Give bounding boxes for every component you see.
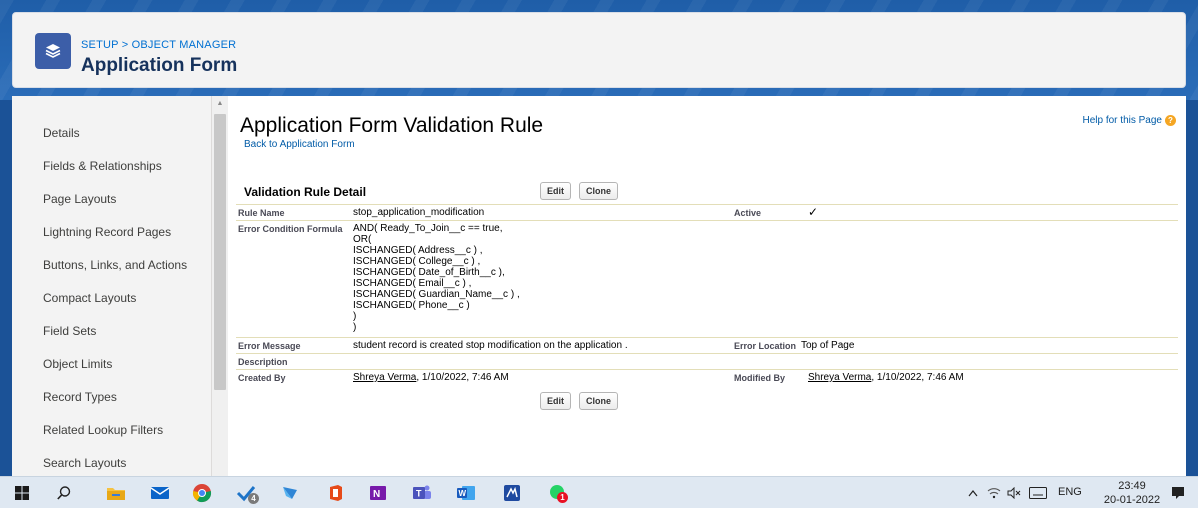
formula-line: ISCHANGED( College__c ) ,: [353, 256, 481, 267]
whatsapp-icon[interactable]: 1: [548, 483, 568, 503]
edit-button-bottom[interactable]: Edit: [540, 392, 571, 410]
clone-button-bottom[interactable]: Clone: [579, 392, 619, 410]
formula-line: ): [353, 322, 357, 333]
whatsapp-badge: 1: [557, 492, 568, 503]
active-label: Active: [734, 208, 762, 218]
sidebar-item-related-lookup-filters[interactable]: Related Lookup Filters: [43, 423, 163, 437]
created-by-value: Shreya Verma, 1/10/2022, 7:46 AM: [353, 372, 509, 383]
word-icon[interactable]: W: [456, 483, 476, 503]
error-message-value: student record is created stop modificat…: [353, 340, 628, 351]
created-by-date: , 1/10/2022, 7:46 AM: [416, 372, 509, 383]
svg-text:W: W: [459, 489, 467, 498]
modified-by-date: , 1/10/2022, 7:46 AM: [871, 372, 964, 383]
modified-by-value: Shreya Verma, 1/10/2022, 7:46 AM: [808, 372, 964, 383]
sidebar-item-object-limits[interactable]: Object Limits: [43, 357, 112, 371]
divider: [236, 337, 1178, 338]
search-icon[interactable]: [54, 483, 74, 503]
sidebar-item-record-types[interactable]: Record Types: [43, 390, 117, 404]
validation-rule-panel: Application Form Validation Rule Back to…: [228, 96, 1186, 476]
keyboard-icon[interactable]: [1028, 483, 1048, 503]
mail-icon[interactable]: [150, 483, 170, 503]
description-label: Description: [238, 357, 288, 367]
teams-icon[interactable]: T: [412, 483, 432, 503]
page-title: Application Form: [81, 55, 238, 76]
speaker-muted-icon[interactable]: [1006, 483, 1022, 503]
section-title: Validation Rule Detail: [244, 185, 367, 199]
scroll-up-arrow-icon[interactable]: ▲: [212, 96, 228, 110]
vscode-badge: 4: [248, 493, 259, 504]
help-link[interactable]: Help for this Page ?: [1083, 115, 1176, 126]
content-area: Details Fields & Relationships Page Layo…: [12, 96, 1186, 476]
file-explorer-icon[interactable]: [106, 483, 126, 503]
sidebar-item-details[interactable]: Details: [43, 126, 80, 140]
help-link-label[interactable]: Help for this Page: [1083, 115, 1163, 126]
vscode-icon[interactable]: 4: [236, 483, 259, 504]
notification-icon[interactable]: [1168, 483, 1188, 503]
sidebar-item-field-sets[interactable]: Field Sets: [43, 324, 96, 338]
svg-text:T: T: [416, 489, 422, 499]
modified-by-label: Modified By: [734, 373, 785, 383]
formula-line: ISCHANGED( Email__c ) ,: [353, 278, 472, 289]
error-location-label: Error Location: [734, 341, 797, 351]
active-checkmark-icon: ✓: [808, 205, 819, 219]
layers-icon: [35, 33, 71, 69]
formula-line: OR(: [353, 234, 372, 245]
rule-name-label: Rule Name: [238, 208, 285, 218]
sidebar-item-fields-relationships[interactable]: Fields & Relationships: [43, 159, 162, 173]
clock-date[interactable]: 20-01-2022: [1097, 494, 1167, 506]
formula-line: ISCHANGED( Guardian_Name__c ) ,: [353, 289, 520, 300]
app-icon[interactable]: [280, 483, 300, 503]
sidebar-item-lightning-record-pages[interactable]: Lightning Record Pages: [43, 225, 171, 239]
formula-line: ISCHANGED( Address__c ) ,: [353, 245, 483, 256]
divider: [236, 204, 1178, 205]
sidebar-item-buttons-links-actions[interactable]: Buttons, Links, and Actions: [43, 258, 187, 272]
formula-line: ISCHANGED( Date_of_Birth__c ),: [353, 267, 505, 278]
edit-button-top[interactable]: Edit: [540, 182, 571, 200]
divider: [236, 353, 1178, 354]
clock-time[interactable]: 23:49: [1104, 480, 1160, 492]
clone-button-top[interactable]: Clone: [579, 182, 619, 200]
onenote-icon[interactable]: N: [368, 483, 388, 503]
help-icon[interactable]: ?: [1165, 115, 1176, 126]
created-by-label: Created By: [238, 373, 286, 383]
error-message-label: Error Message: [238, 341, 301, 351]
sidebar-item-page-layouts[interactable]: Page Layouts: [43, 192, 116, 206]
back-link[interactable]: Back to Application Form: [244, 139, 355, 150]
chrome-icon[interactable]: [192, 483, 212, 503]
sidebar-item-compact-layouts[interactable]: Compact Layouts: [43, 291, 136, 305]
chevron-up-icon[interactable]: [966, 483, 980, 503]
rule-name-value: stop_application_modification: [353, 207, 485, 218]
language-indicator[interactable]: ENG: [1058, 486, 1082, 498]
app-icon[interactable]: [502, 483, 522, 503]
sidebar: Details Fields & Relationships Page Layo…: [12, 96, 212, 476]
sidebar-item-search-layouts[interactable]: Search Layouts: [43, 456, 126, 470]
scroll-thumb[interactable]: [214, 114, 226, 390]
divider: [236, 369, 1178, 370]
windows-start-icon[interactable]: [12, 483, 32, 503]
formula-line: ): [353, 311, 357, 322]
object-manager-header: SETUP > OBJECT MANAGER Application Form: [12, 12, 1186, 88]
wifi-icon[interactable]: [986, 483, 1002, 503]
formula-value: AND( Ready_To_Join__c == true, OR( ISCHA…: [353, 223, 520, 333]
formula-line: ISCHANGED( Phone__c ): [353, 300, 470, 311]
rule-page-title: Application Form Validation Rule: [240, 114, 544, 137]
modified-by-user-link[interactable]: Shreya Verma: [808, 372, 871, 383]
created-by-user-link[interactable]: Shreya Verma: [353, 372, 416, 383]
breadcrumb[interactable]: SETUP > OBJECT MANAGER: [81, 39, 236, 51]
formula-label: Error Condition Formula: [238, 224, 343, 234]
taskbar: 4 N T W 1 ENG 23:49 20-01-2022: [0, 476, 1198, 508]
error-location-value: Top of Page: [801, 340, 855, 351]
svg-text:N: N: [373, 489, 380, 500]
office-icon[interactable]: [326, 483, 346, 503]
divider: [236, 220, 1178, 221]
sidebar-scrollbar[interactable]: ▲: [212, 96, 228, 476]
formula-line: AND( Ready_To_Join__c == true,: [353, 223, 503, 234]
